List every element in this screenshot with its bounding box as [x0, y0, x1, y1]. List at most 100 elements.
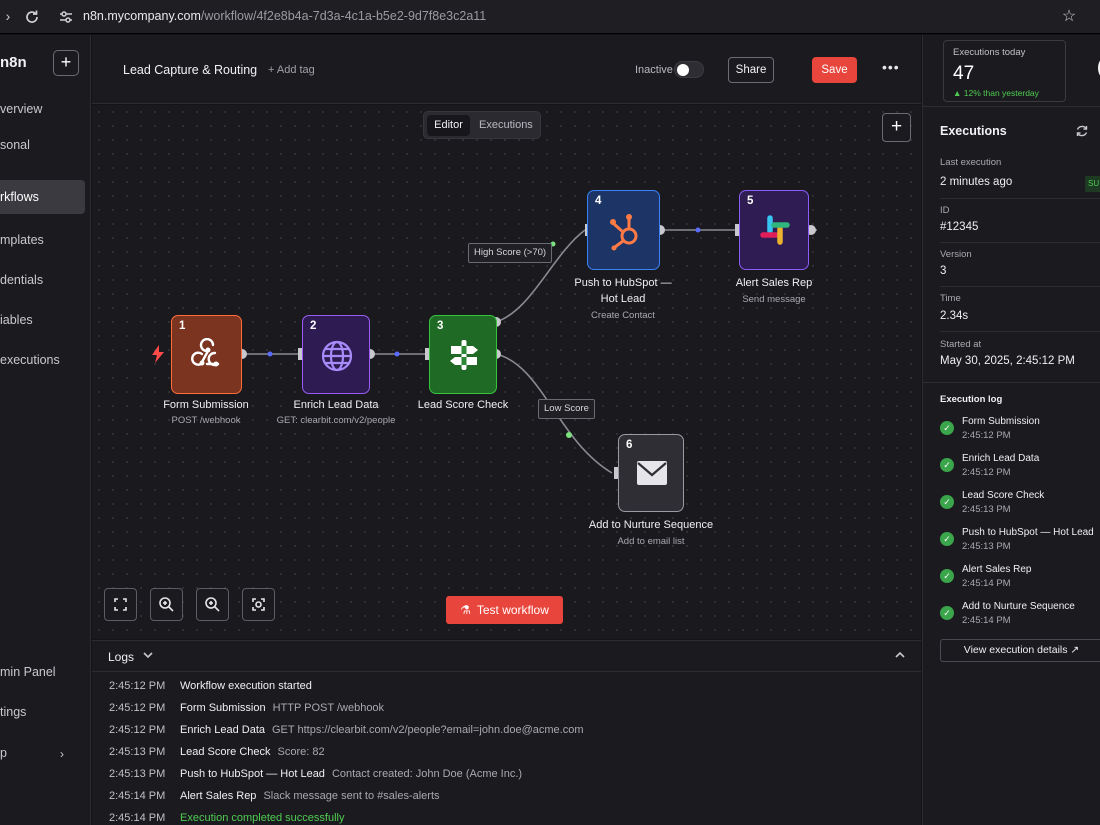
node-subtitle: Send message [742, 294, 806, 305]
check-icon: ✓ [940, 532, 954, 546]
check-icon: ✓ [940, 421, 954, 435]
fit-view-button[interactable] [104, 588, 137, 621]
browser-toolbar: › n8n.mycompany.com/workflow/4f2e8b4a-7d… [0, 0, 1100, 34]
executions-title: Executions [940, 124, 1007, 138]
add-tag-link[interactable]: + Add tag [268, 64, 315, 76]
log-name: Form Submission [180, 702, 266, 714]
log-node-time: 2:45:13 PM [962, 504, 1011, 515]
log-node-name: Form Submission [962, 416, 1040, 427]
sidebar-item-workflows[interactable]: rkflows [0, 180, 85, 214]
bookmark-star-icon[interactable]: ☆ [1061, 9, 1077, 25]
execution-log-item: ✓ Alert Sales Rep 2:45:14 PM [940, 564, 1100, 594]
node-number: 6 [626, 439, 633, 451]
view-execution-details-button[interactable]: View execution details ↗ [940, 639, 1100, 662]
flask-icon: ⚗ [460, 603, 471, 617]
test-workflow-button[interactable]: ⚗ Test workflow [446, 596, 563, 624]
node-subtitle: GET: clearbit.com/v2/people [276, 415, 396, 426]
log-name: Alert Sales Rep [180, 790, 257, 802]
sidebar-item-templates[interactable]: mplates [0, 223, 85, 257]
node-lead-score-check[interactable]: 3 [429, 315, 497, 394]
status-badge: SU [1085, 176, 1100, 192]
zoom-out-button[interactable] [196, 588, 229, 621]
if-icon [450, 340, 478, 370]
external-link-icon: ↗ [1070, 644, 1080, 656]
log-node-time: 2:45:12 PM [962, 467, 1011, 478]
test-workflow-label: Test workflow [476, 603, 549, 617]
workflow-title[interactable]: Lead Capture & Routing [123, 63, 257, 77]
log-row: 2:45:12 PM Form Submission HTTP POST /webh… [109, 702, 384, 720]
address-bar[interactable]: n8n.mycompany.com/workflow/4f2e8b4a-7d3a… [83, 9, 486, 23]
stat-value: 47 [953, 63, 975, 84]
reset-zoom-button[interactable] [242, 588, 275, 621]
started-at-label: Started at [940, 339, 982, 350]
started-at-value: May 30, 2025, 2:45:12 PM [940, 355, 1075, 367]
divider [923, 382, 1100, 383]
node-number: 3 [437, 320, 444, 332]
app-logo: n8n [0, 54, 27, 71]
check-icon: ✓ [940, 569, 954, 583]
chevron-down-icon[interactable] [142, 649, 154, 661]
sidebar-item-overview[interactable]: verview [0, 92, 85, 126]
create-button[interactable]: + [53, 50, 79, 76]
more-options-icon[interactable]: ••• [882, 59, 900, 75]
refresh-icon[interactable] [1075, 124, 1089, 138]
divider [923, 106, 1100, 107]
node-number: 2 [310, 320, 317, 332]
log-name: Execution completed successfully [180, 812, 345, 824]
zoom-in-button[interactable] [150, 588, 183, 621]
node-label: Enrich Lead Data [293, 399, 379, 411]
log-name: Lead Score Check [180, 746, 271, 758]
sidebar-item-admin-panel[interactable]: min Panel [0, 655, 85, 689]
node-label: Lead Score Check [417, 399, 509, 411]
node-label: Add to Nurture Sequence [588, 519, 714, 531]
toggle-knob [677, 64, 689, 76]
sidebar-item-credentials[interactable]: dentials [0, 263, 85, 297]
workflow-canvas[interactable]: Editor Executions + 1 Form Submission PO… [92, 105, 921, 639]
forward-arrow-icon[interactable]: › [0, 8, 16, 24]
chevron-right-icon[interactable]: › [60, 747, 64, 761]
node-number: 1 [179, 320, 186, 332]
node-form-submission[interactable]: 1 [171, 315, 242, 394]
node-subtitle: Create Contact [591, 310, 655, 321]
log-time: 2:45:13 PM [109, 746, 166, 758]
node-add-to-nurture[interactable]: 6 [618, 434, 684, 512]
log-node-name: Alert Sales Rep [962, 564, 1032, 575]
logs-panel: Logs 2:45:12 PM Workflow execution starte… [92, 640, 921, 825]
sidebar-item-personal[interactable]: sonal [0, 128, 85, 162]
zoom-out-icon [205, 597, 220, 612]
node-enrich-lead-data[interactable]: 2 [302, 315, 370, 394]
log-row: 2:45:12 PM Enrich Lead Data GET https://cl… [109, 724, 583, 742]
node-subtitle: Add to email list [617, 536, 685, 547]
log-time: 2:45:13 PM [109, 768, 166, 780]
share-button[interactable]: Share [728, 57, 774, 83]
node-number: 5 [747, 195, 754, 207]
site-settings-icon[interactable] [58, 9, 74, 25]
reload-icon[interactable] [24, 9, 40, 25]
execution-log-item: ✓ Add to Nurture Sequence 2:45:14 PM [940, 601, 1100, 631]
version-label: Version [940, 249, 972, 260]
check-icon: ✓ [940, 458, 954, 472]
fit-view-icon [114, 598, 127, 611]
logs-title: Logs [108, 650, 135, 664]
log-time: 2:45:12 PM [109, 680, 166, 692]
node-alert-sales-rep[interactable]: 5 [739, 190, 809, 270]
logs-header[interactable]: Logs [92, 641, 921, 672]
node-push-to-hubspot[interactable]: 4 [587, 190, 660, 270]
sidebar-item-executions[interactable]: executions [0, 343, 85, 377]
log-time: 2:45:14 PM [109, 790, 166, 802]
chevron-up-icon[interactable] [893, 648, 907, 662]
log-detail: Score: 82 [277, 746, 325, 758]
log-time: 2:45:14 PM [109, 812, 166, 824]
log-detail: Contact created: John Doe (Acme Inc.) [331, 768, 523, 780]
log-detail: GET https://clearbit.com/v2/people?email… [272, 724, 584, 736]
check-icon: ✓ [940, 606, 954, 620]
save-button[interactable]: Save [812, 57, 857, 83]
sidebar-item-variables[interactable]: iables [0, 303, 85, 337]
sidebar-item-settings[interactable]: tings [0, 695, 85, 729]
active-toggle[interactable] [674, 61, 704, 78]
check-icon: ✓ [940, 495, 954, 509]
sidebar-item-help[interactable]: p [0, 736, 85, 770]
globe-icon [321, 340, 353, 372]
webhook-icon [191, 338, 220, 367]
log-node-time: 2:45:12 PM [962, 430, 1011, 441]
